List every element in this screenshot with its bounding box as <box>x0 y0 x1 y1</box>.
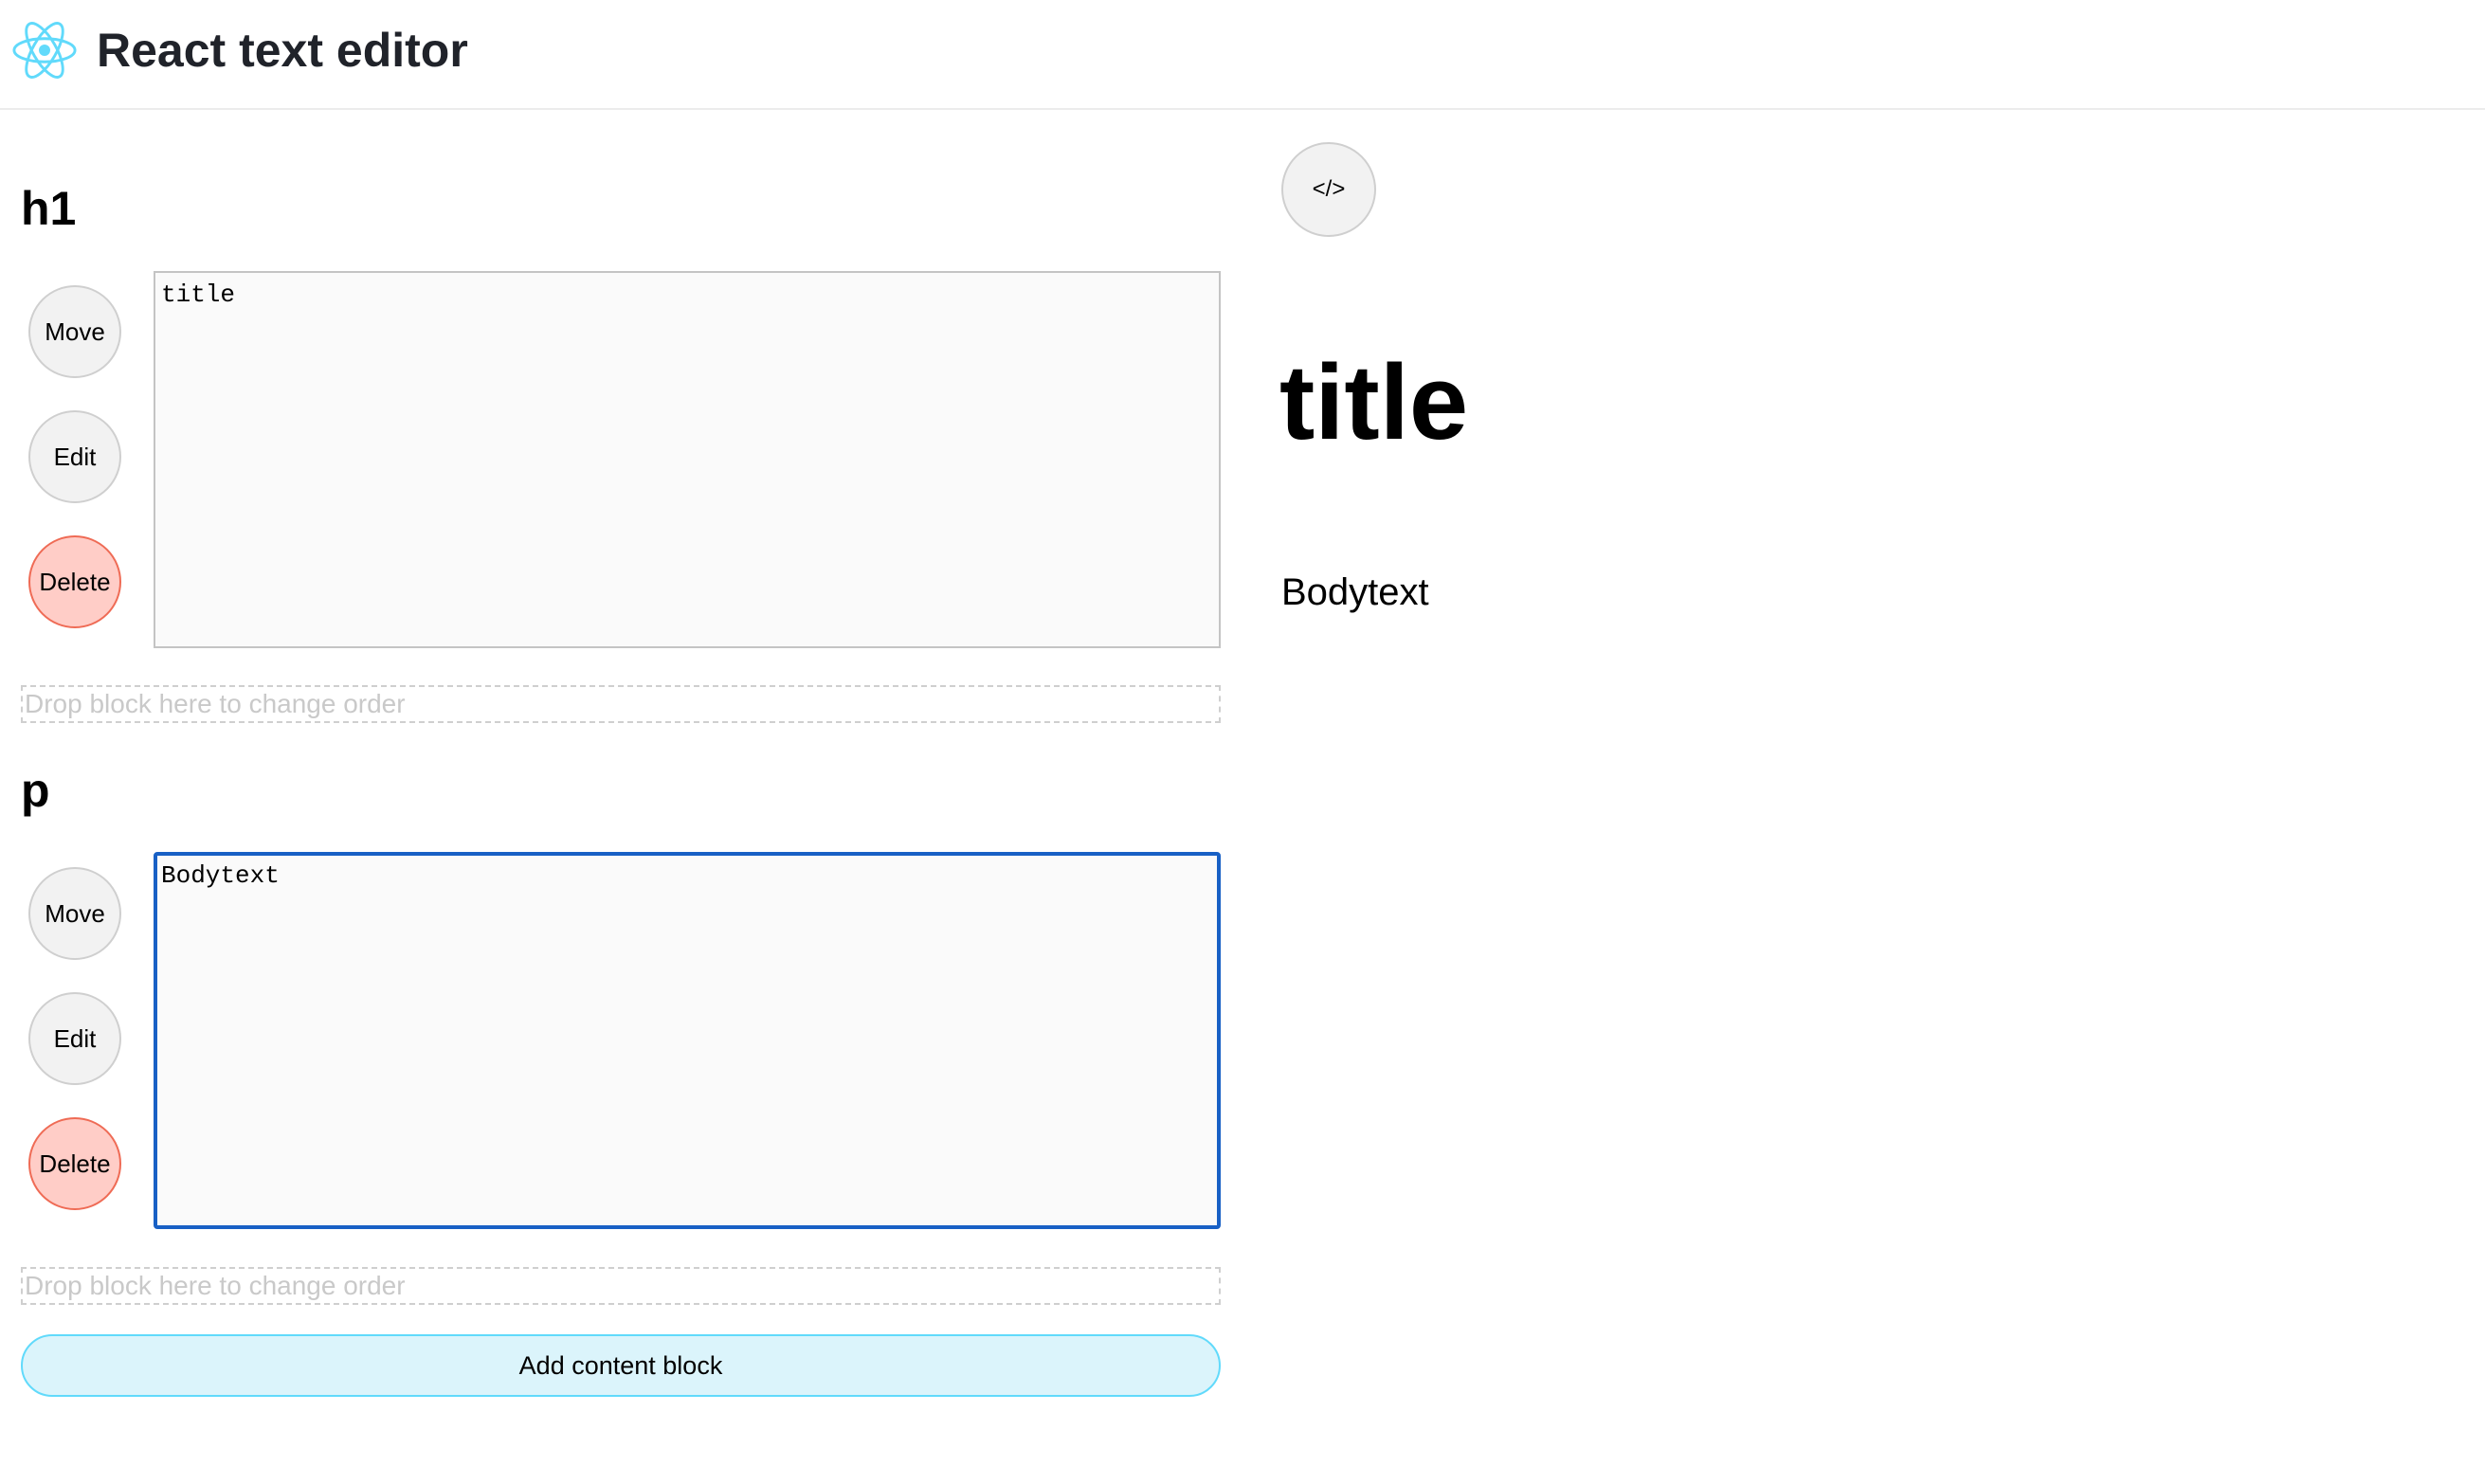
block-type-label: h1 <box>21 182 77 235</box>
app-title: React text editor <box>97 24 468 77</box>
app-header: React text editor <box>0 0 2485 110</box>
edit-button[interactable]: Edit <box>28 992 121 1085</box>
move-button[interactable]: Move <box>28 285 121 378</box>
block-type-label: p <box>21 764 50 817</box>
react-atom-icon <box>12 22 77 79</box>
delete-button[interactable]: Delete <box>28 535 121 628</box>
delete-button[interactable]: Delete <box>28 1117 121 1210</box>
preview-heading: title <box>1279 343 1469 461</box>
move-button[interactable]: Move <box>28 867 121 960</box>
drop-zone[interactable]: Drop block here to change order <box>21 685 1221 723</box>
preview-paragraph: Bodytext <box>1281 571 1429 613</box>
add-content-block-button[interactable]: Add content block <box>21 1334 1221 1397</box>
edit-button[interactable]: Edit <box>28 410 121 503</box>
block-content-input[interactable]: title <box>154 271 1221 648</box>
block-content-input[interactable]: Bodytext <box>154 852 1221 1229</box>
drop-zone[interactable]: Drop block here to change order <box>21 1267 1221 1305</box>
code-view-toggle-button[interactable]: </> <box>1281 142 1376 237</box>
